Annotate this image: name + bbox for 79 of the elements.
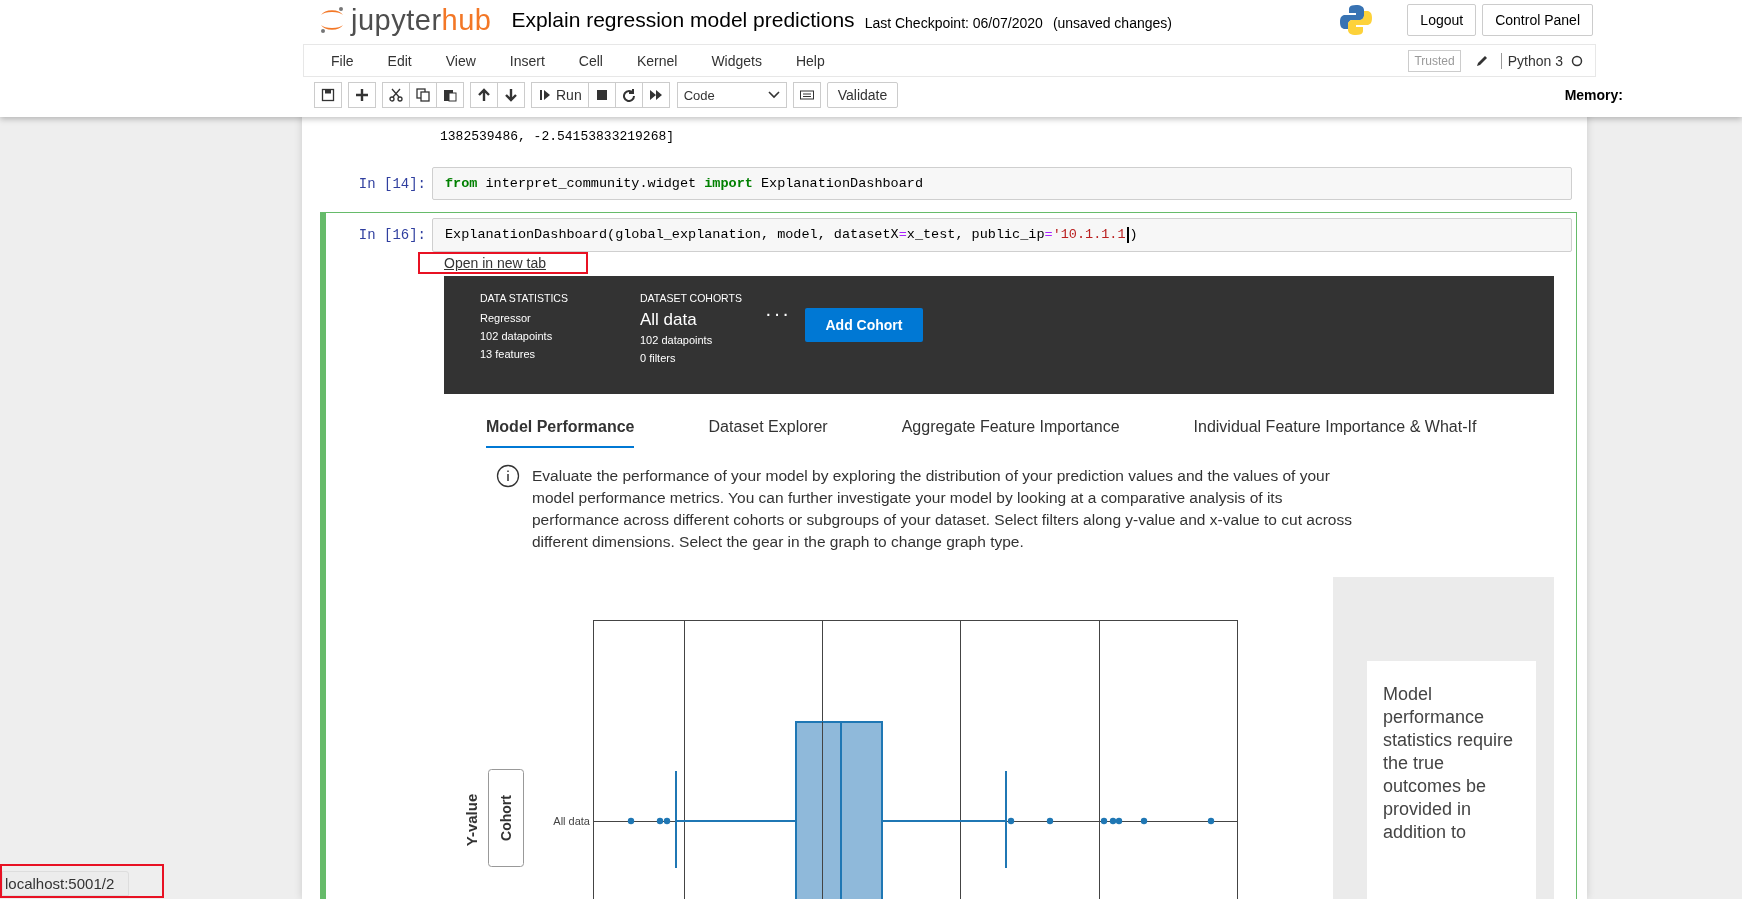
section-heading: DATASET COHORTS bbox=[640, 292, 743, 304]
toolbar-button[interactable] bbox=[614, 82, 643, 108]
up-arrow-icon bbox=[477, 88, 491, 102]
add-cohort-button[interactable]: Add Cohort bbox=[805, 308, 923, 342]
dropdown-caret-icon bbox=[767, 91, 780, 99]
header-button[interactable]: Control Panel bbox=[1482, 4, 1593, 36]
menu-item[interactable]: View bbox=[428, 52, 493, 69]
data-point bbox=[1140, 817, 1148, 825]
run-button[interactable]: Run bbox=[531, 82, 589, 108]
memory-label: Memory: bbox=[1564, 87, 1623, 103]
status-url: localhost:5001/2 bbox=[2, 871, 130, 896]
menu-item[interactable]: Help bbox=[778, 52, 842, 69]
message-text: Model performance statistics require the true outcomes be provided in addition to bbox=[1383, 683, 1515, 844]
restart-icon bbox=[621, 88, 636, 102]
data-point bbox=[1007, 817, 1015, 825]
logo-arcs-icon bbox=[319, 6, 345, 34]
toolbar-button[interactable] bbox=[382, 82, 410, 108]
info-icon bbox=[496, 464, 520, 488]
more-button[interactable]: ··· bbox=[765, 302, 805, 325]
cell-prompt: In [16]: bbox=[357, 227, 427, 243]
code-cell[interactable]: In [14]: from interpret_community.widget import ExplanationDashboard bbox=[320, 161, 1577, 206]
toolbar-button[interactable] bbox=[314, 82, 342, 108]
cell-prompt: In [14]: bbox=[357, 175, 427, 192]
toolbar-button[interactable] bbox=[792, 82, 821, 108]
toolbar-button[interactable] bbox=[348, 82, 376, 108]
tab[interactable]: Model Performance bbox=[486, 412, 635, 448]
validate-button[interactable]: Validate bbox=[826, 82, 899, 108]
scissors-icon bbox=[389, 88, 403, 102]
open-tab-link[interactable]: Open in new tab bbox=[444, 255, 546, 271]
axis-selector-button[interactable]: Cohort bbox=[488, 769, 524, 867]
plus-icon bbox=[355, 88, 369, 102]
tab[interactable]: Aggregate Feature Importance bbox=[901, 412, 1120, 448]
down-arrow-icon bbox=[504, 88, 518, 102]
code-input[interactable]: from interpret_community.widget import ExplanationDashboard bbox=[432, 167, 1572, 200]
data-point bbox=[627, 817, 635, 825]
step-play-icon bbox=[538, 88, 552, 102]
statistic-text: 102 datapoints bbox=[480, 330, 554, 342]
toolbar-button[interactable] bbox=[436, 82, 464, 108]
statistic-text: 102 datapoints bbox=[640, 334, 714, 346]
axis-title: Y-value bbox=[463, 793, 480, 847]
menu-item[interactable]: Edit bbox=[370, 52, 429, 69]
header-button[interactable]: Logout bbox=[1407, 4, 1477, 36]
code-input[interactable]: ExplanationDashboard(global_explanation, model, datasetX=x_test, public_ip='10.1.1.1 ) bbox=[432, 218, 1572, 252]
fast-forward-icon bbox=[648, 88, 663, 102]
clipboard-icon bbox=[443, 88, 457, 102]
data-point bbox=[1207, 817, 1215, 825]
checkpoint-label: Last Checkpoint: 06/07/2020 bbox=[864, 14, 1043, 31]
save-status: (unsaved changes) bbox=[1052, 14, 1172, 31]
copy-icon bbox=[416, 88, 430, 102]
statistic-text: 13 features bbox=[480, 348, 537, 360]
notebook-title[interactable]: Explain regression model predictions bbox=[511, 8, 855, 32]
stop-square-icon bbox=[594, 88, 609, 102]
logo-wordmark: jupyterhub bbox=[351, 5, 492, 35]
output-text: 1382539486, -2.54153833219268] bbox=[440, 129, 676, 146]
toolbar-button[interactable] bbox=[641, 82, 670, 108]
menu-item[interactable]: File bbox=[314, 52, 371, 69]
statistic-text: Regressor bbox=[480, 312, 532, 324]
selected-cell[interactable] bbox=[320, 212, 1577, 899]
statistic-text: 0 filters bbox=[640, 352, 677, 364]
toolbar-button[interactable] bbox=[497, 82, 525, 108]
keyboard-icon bbox=[799, 88, 814, 102]
kernel-status-icon bbox=[1571, 54, 1583, 67]
menu-item[interactable]: Kernel bbox=[619, 52, 695, 69]
logo-icon bbox=[1339, 3, 1374, 37]
menu-item[interactable]: Insert bbox=[492, 52, 562, 69]
category-label: All data bbox=[553, 815, 590, 827]
pencil-icon[interactable] bbox=[1474, 53, 1489, 68]
kernel-name: Python 3 bbox=[1500, 52, 1563, 69]
toolbar-button[interactable] bbox=[587, 82, 616, 108]
tab[interactable]: Individual Feature Importance & What-If bbox=[1193, 412, 1477, 448]
tab[interactable]: Dataset Explorer bbox=[708, 412, 828, 448]
toolbar-button[interactable] bbox=[470, 82, 498, 108]
data-point bbox=[1046, 817, 1054, 825]
section-heading: DATA STATISTICS bbox=[480, 292, 569, 304]
cell-type-select[interactable]: Code bbox=[676, 82, 787, 108]
description-text: Evaluate the performance of your model by exploring the distribution of your prediction values and the values of your model performance metrics. You can further investigate your model by looking at a comparative analysis of its performance across different cohorts or subgroups of your dataset. Select filters along y-value and x-value to cut across different dimensions. Select the gear in the graph to change graph type. bbox=[532, 466, 1353, 552]
cohort-name: All data bbox=[640, 310, 698, 330]
menu-item[interactable]: Widgets bbox=[694, 52, 779, 69]
menu-item[interactable]: Cell bbox=[561, 52, 620, 69]
